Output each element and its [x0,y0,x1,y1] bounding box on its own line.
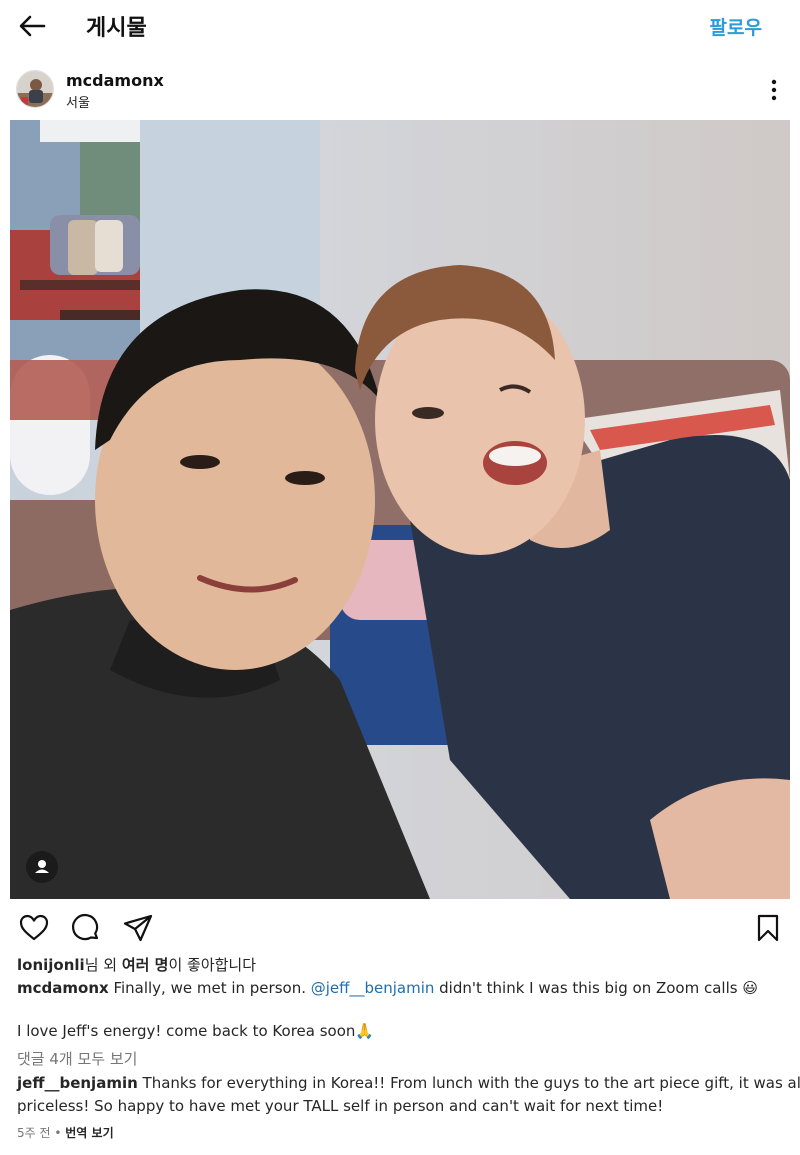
post-location[interactable]: 서울 [66,92,90,111]
avatar[interactable] [16,70,54,108]
like-button[interactable] [18,912,50,944]
liked-by-others[interactable]: 여러 명 [122,956,169,974]
heart-icon [19,914,49,941]
comment-icon [71,913,99,941]
more-options-button[interactable] [764,76,784,104]
smile-emoji: 😃 [742,979,758,997]
comment-continued: priceless! So happy to have met your TAL… [17,1097,663,1115]
user-tag-icon [35,860,49,873]
comment-username[interactable]: jeff__benjamin [17,1074,138,1092]
comment-line-1: Thanks for everything in Korea!! From lu… [137,1074,800,1092]
caption-line-2: I love Jeff's energy! come back to Korea… [17,1022,374,1040]
likes-text-mid: 님 외 [84,956,122,974]
translate-link[interactable]: 번역 보기 [65,1126,113,1140]
back-arrow-icon [19,15,46,37]
view-all-comments[interactable]: 댓글 4개 모두 보기 [17,1048,137,1069]
post-username[interactable]: mcdamonx [66,71,164,90]
post-time: 5주 전 [17,1126,51,1140]
follow-button[interactable]: 팔로우 [710,13,762,40]
post-photo[interactable] [10,120,790,899]
caption-text-1: Finally, we met in person. [108,979,311,997]
liked-by-user[interactable]: lonijonli [17,956,85,974]
user-tag-button[interactable] [26,851,58,883]
praying-hands-emoji: 🙏 [355,1022,375,1040]
save-button[interactable] [752,912,784,944]
comment: jeff__benjamin Thanks for everything in … [17,1074,800,1092]
caption-text-2: didn't think I was this big on Zoom call… [434,979,743,997]
post-header: mcdamonx 서울 [0,62,800,116]
share-icon [123,914,153,942]
more-vertical-icon [771,79,777,101]
caption-mention[interactable]: @jeff__benjamin [311,979,435,997]
likes-text-end: 이 좋아합니다 [168,956,257,974]
caption-username[interactable]: mcdamonx [17,979,109,997]
action-bar [0,906,800,950]
comment-line-2: priceless! So happy to have met your TAL… [17,1097,664,1115]
selfie-photo [10,120,790,899]
caption: mcdamonx Finally, we met in person. @jef… [17,979,758,997]
page-title: 게시물 [86,16,147,41]
back-button[interactable] [16,10,52,42]
comment-button[interactable] [70,912,102,944]
bookmark-icon [757,914,779,942]
likes-summary: lonijonli님 외 여러 명이 좋아합니다 [17,954,256,975]
share-button[interactable] [122,912,154,944]
post-footer: 5주 전 • 번역 보기 [17,1124,114,1141]
top-bar: 게시물 팔로우 [0,0,800,56]
footer-separator: • [54,1126,62,1140]
caption-2-text: I love Jeff's energy! come back to Korea… [17,1022,356,1040]
